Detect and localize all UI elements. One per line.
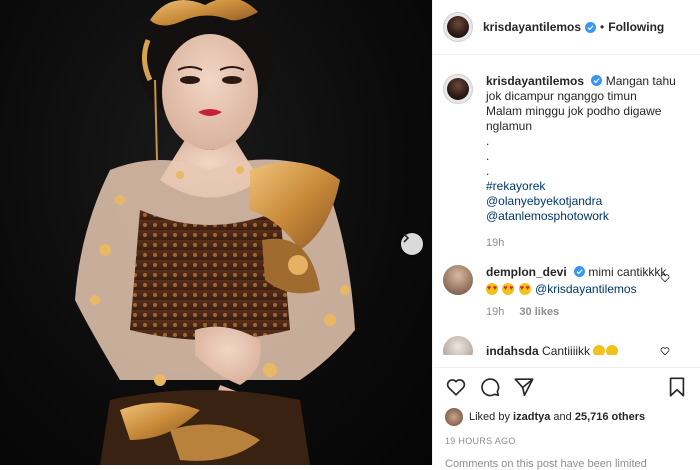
post-photo[interactable] [0,0,432,465]
smile-emoji-icon [606,345,619,355]
comment-time[interactable]: 19h [486,306,504,318]
mention-link[interactable]: @atanlemosphotowork [486,209,690,224]
share-icon[interactable] [513,376,535,398]
next-photo-button[interactable] [401,233,423,255]
separator-dot: • [600,20,605,34]
likes-others[interactable]: 25,716 others [575,411,645,423]
comment-username[interactable]: demplon_devi [486,265,567,279]
heart-icon[interactable] [445,376,467,398]
comment-line-2: @krisdayantilemos [486,281,690,297]
comments-list[interactable]: krisdayantilemos Mangan tahu jok dicampu… [433,56,700,355]
caption-avatar[interactable] [443,74,473,104]
comment-item: demplon_devi mimi cantikkkk @krisdayanti… [443,265,690,320]
caption-meta: 19h [486,236,690,251]
post-timestamp[interactable]: 19 HOURS AGO [445,436,688,446]
verified-icon [574,266,586,277]
photo-illustration [75,0,355,465]
liker-username[interactable]: izadtya [513,411,550,423]
caption-comment: krisdayantilemos Mangan tahu jok dicampu… [443,74,690,251]
comment-like-heart-icon[interactable] [660,346,670,355]
author-avatar[interactable] [443,12,473,42]
hashtag-link[interactable]: #rekayorek [486,179,690,194]
caption-username[interactable]: krisdayantilemos [486,74,584,88]
commenter-avatar[interactable] [443,336,473,355]
likes-and: and [553,411,572,423]
caption-line-2: Malam minggu jok podho digawe nglamun [486,104,662,133]
caption-time[interactable]: 19h [486,237,504,249]
author-username[interactable]: krisdayantilemos [483,20,581,34]
post-header: krisdayantilemos • Following [433,0,700,55]
next-arrow-icon [403,233,410,243]
comment-item: indahsda Cantiiiikk [443,336,690,355]
likes-prefix: Liked by [469,411,510,423]
action-icons-row [445,376,688,398]
likes-summary: Liked by izadtya and 25,716 others [445,408,688,426]
bookmark-icon[interactable] [666,376,688,398]
smile-emoji-icon [593,345,606,355]
comment-text: mimi cantikkkk [588,265,667,279]
comment-meta: 19h 30 likes [486,305,690,320]
heart-eyes-emoji-icon [518,281,531,296]
caption-dot-2: . [486,149,490,163]
instagram-post: krisdayantilemos • Following krisdayanti… [0,0,700,470]
comment-mention[interactable]: @krisdayantilemos [535,282,637,296]
mention-link[interactable]: @olanyebyekotjandra [486,194,690,209]
following-button[interactable]: Following [608,20,664,34]
heart-eyes-emoji-icon [502,281,515,296]
comment-likes[interactable]: 30 likes [519,306,559,318]
heart-eyes-emoji-icon [486,281,498,296]
comments-limited-notice: Comments on this post have been limited [445,458,647,470]
post-side-panel: krisdayantilemos • Following krisdayanti… [432,0,700,470]
commenter-avatar[interactable] [443,265,473,295]
verified-icon [591,75,603,86]
post-actions: Liked by izadtya and 25,716 others 19 HO… [433,367,700,446]
verified-icon [585,21,597,33]
comment-text: Cantiiiikk [542,344,591,355]
comment-icon[interactable] [479,376,501,398]
caption-dot-3: . [486,164,490,178]
liker-avatar[interactable] [445,408,463,426]
comment-username[interactable]: indahsda [486,344,539,355]
comment-like-heart-icon[interactable] [660,273,670,283]
caption-dot-1: . [486,134,490,148]
